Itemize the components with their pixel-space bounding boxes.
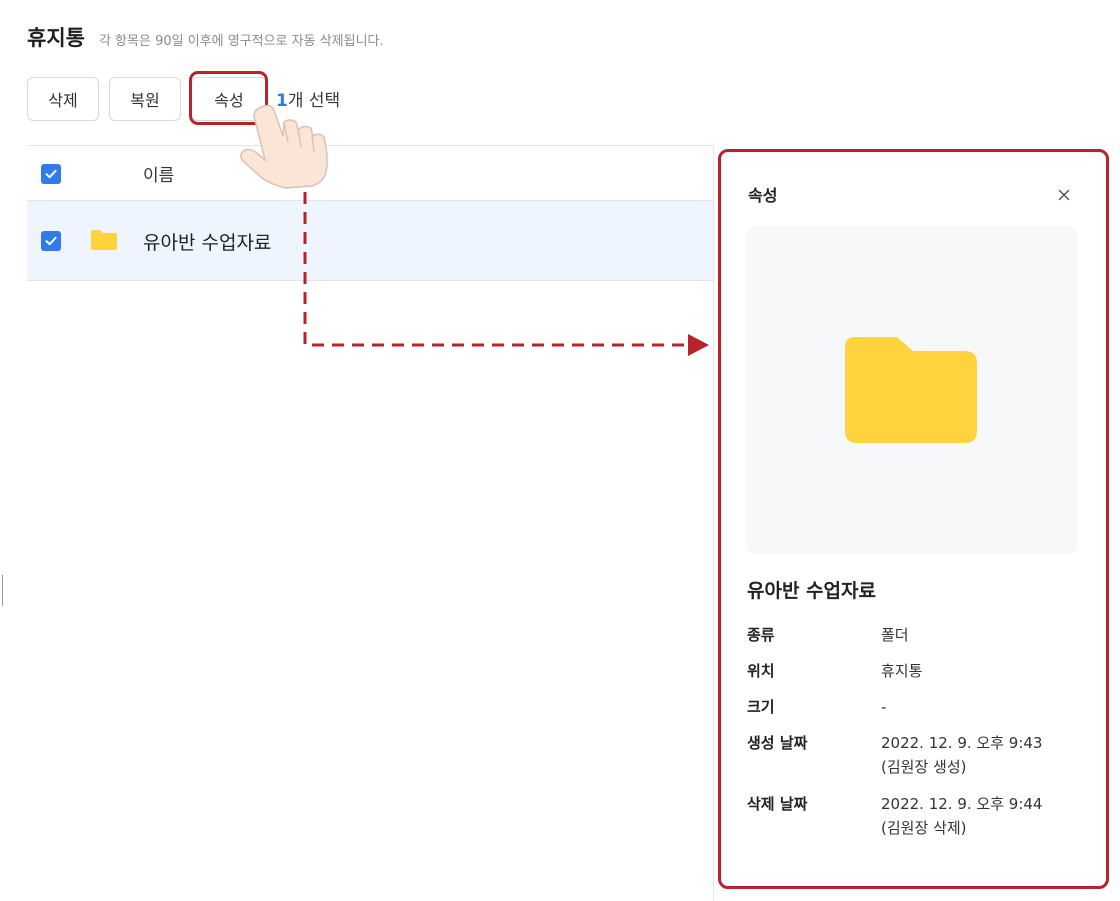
preview-box [746, 226, 1077, 554]
text-cursor [2, 575, 3, 606]
folder-icon [845, 335, 977, 447]
close-button[interactable] [1053, 184, 1075, 206]
arrow-head-icon [688, 334, 709, 356]
prop-location-label: 위치 [747, 662, 775, 680]
select-all-checkbox[interactable] [41, 164, 61, 184]
page-title: 휴지통 [27, 26, 85, 50]
folder-icon [89, 228, 119, 256]
selected-count: 1개 선택 [276, 86, 340, 111]
prop-size-label: 크기 [747, 698, 775, 716]
panel-title: 속성 [748, 186, 778, 205]
panel-divider [713, 145, 714, 901]
prop-created-by: (김원장 생성) [881, 758, 967, 776]
prop-deleted-value: 2022. 12. 9. 오후 9:44 (김원장 삭제) [881, 792, 1042, 840]
properties-button[interactable]: 속성 [191, 77, 267, 121]
properties-panel: 속성 유아반 수업자료 종류 폴더 위치 휴지통 크기 - 생성 날짜 2022… [718, 149, 1109, 889]
prop-type-label: 종류 [747, 626, 775, 644]
selected-count-number: 1 [276, 91, 288, 111]
prop-created-value: 2022. 12. 9. 오후 9:43 (김원장 생성) [881, 731, 1042, 779]
row-file-name[interactable]: 유아반 수업자료 [143, 228, 271, 255]
close-icon [1058, 189, 1070, 201]
prop-location-value: 휴지통 [881, 662, 923, 680]
delete-button[interactable]: 삭제 [27, 77, 99, 121]
page-subtitle: 각 항목은 90일 이후에 영구적으로 자동 삭제됩니다. [98, 34, 384, 49]
table-header: 이름 [27, 145, 715, 201]
table-row[interactable]: 유아반 수업자료 [27, 201, 715, 281]
prop-created-date: 2022. 12. 9. 오후 9:43 [881, 734, 1043, 752]
prop-deleted-date: 2022. 12. 9. 오후 9:44 [881, 795, 1043, 813]
panel-file-name: 유아반 수업자료 [747, 580, 876, 602]
row-checkbox[interactable] [41, 231, 61, 251]
selected-count-suffix: 개 선택 [287, 91, 341, 111]
column-header-name[interactable]: 이름 [143, 161, 174, 186]
prop-size-value: - [881, 698, 887, 716]
prop-deleted-label: 삭제 날짜 [747, 795, 808, 813]
page-header: 휴지통 각 항목은 90일 이후에 영구적으로 자동 삭제됩니다. [27, 22, 384, 52]
restore-button[interactable]: 복원 [109, 77, 181, 121]
prop-type-value: 폴더 [881, 626, 909, 644]
prop-created-label: 생성 날짜 [747, 734, 808, 752]
prop-deleted-by: (김원장 삭제) [881, 819, 967, 837]
checkmark-icon [45, 169, 57, 179]
checkmark-icon [45, 236, 57, 246]
